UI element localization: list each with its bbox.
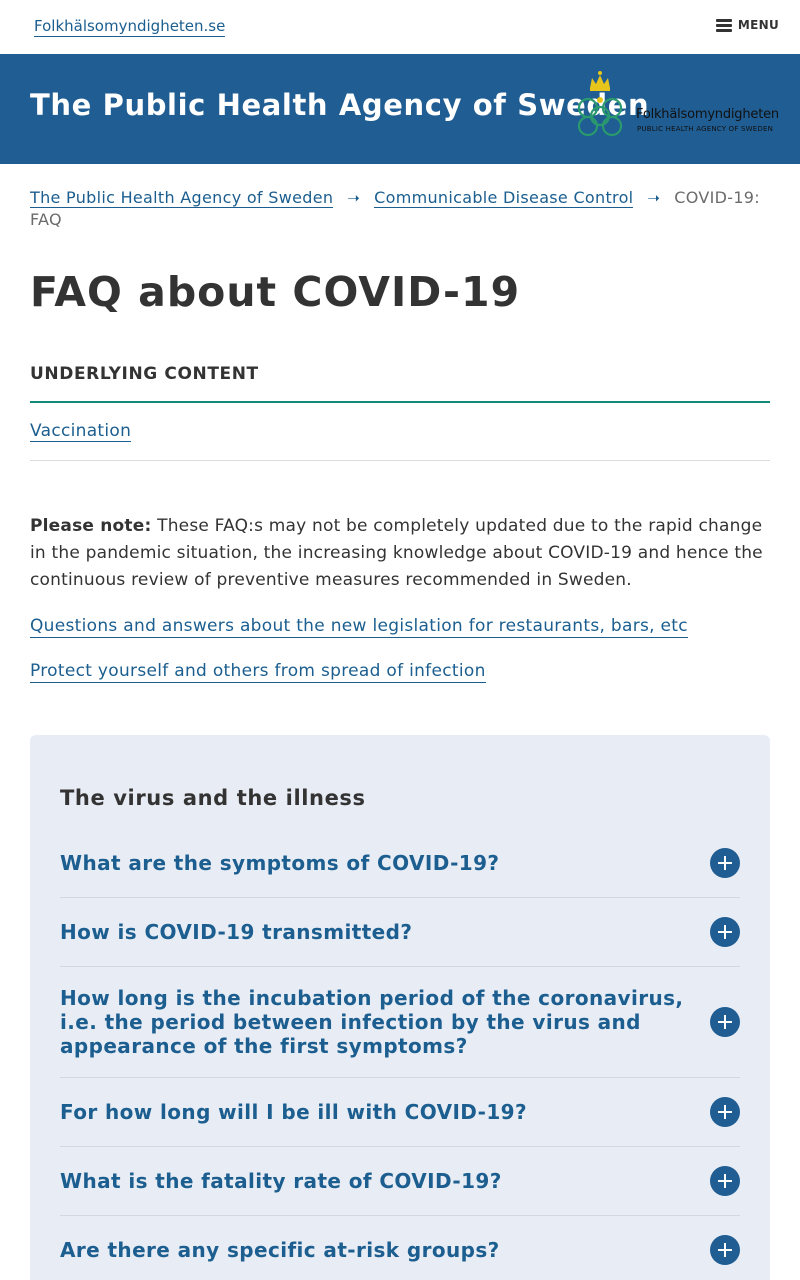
faq-question: What is the fatality rate of COVID-19? (60, 1169, 502, 1193)
please-note-paragraph: Please note: These FAQ:s may not be comp… (30, 513, 775, 594)
breadcrumb-link-home[interactable]: The Public Health Agency of Sweden (30, 188, 334, 208)
agency-logo[interactable]: Folkhälsomyndigheten PUBLIC HEALTH AGENC… (566, 70, 779, 140)
expand-plus-icon[interactable] (710, 917, 740, 947)
faq-item[interactable]: How is COVID-19 transmitted? (60, 898, 740, 967)
faq-section-title: The virus and the illness (60, 786, 366, 810)
faq-question: Are there any specific at-risk groups? (60, 1238, 500, 1262)
faq-question: For how long will I be ill with COVID-19… (60, 1100, 527, 1124)
faq-item[interactable]: What is the fatality rate of COVID-19? (60, 1147, 740, 1216)
logo-subtitle: PUBLIC HEALTH AGENCY OF SWEDEN (637, 125, 774, 133)
faq-section: The virus and the illness What are the s… (30, 735, 770, 1280)
vaccination-link[interactable]: Vaccination (30, 421, 132, 442)
site-banner: The Public Health Agency of Sweden Folkh… (0, 54, 800, 164)
site-home-link[interactable]: Folkhälsomyndigheten.se (34, 17, 226, 37)
logo-name: Folkhälsomyndigheten (636, 107, 779, 122)
menu-label: MENU (737, 18, 779, 32)
breadcrumb-link-communicable-disease-control[interactable]: Communicable Disease Control (374, 188, 634, 208)
underlying-content: UNDERLYING CONTENT Vaccination (30, 364, 770, 461)
top-bar: Folkhälsomyndigheten.se MENU (0, 0, 800, 54)
faq-question: How is COVID-19 transmitted? (60, 920, 413, 944)
page-title: FAQ about COVID-19 (30, 268, 521, 316)
protect-yourself-link[interactable]: Protect yourself and others from spread … (30, 660, 486, 683)
menu-button[interactable]: MENU (715, 18, 779, 32)
expand-plus-icon[interactable] (710, 1235, 740, 1265)
underlying-content-item: Vaccination (30, 403, 770, 461)
crown-rings-icon (577, 71, 623, 137)
expand-plus-icon[interactable] (710, 1166, 740, 1196)
site-title: The Public Health Agency of Sweden (30, 88, 650, 122)
legislation-faq-link[interactable]: Questions and answers about the new legi… (30, 615, 688, 638)
hamburger-icon (715, 18, 732, 32)
underlying-content-heading: UNDERLYING CONTENT (30, 364, 770, 403)
faq-item[interactable]: What are the symptoms of COVID-19? (60, 828, 740, 898)
breadcrumb: The Public Health Agency of Sweden ➝ Commu… (30, 187, 775, 230)
expand-plus-icon[interactable] (710, 1097, 740, 1127)
faq-question: How long is the incubation period of the… (60, 986, 684, 1058)
arrow-right-icon: ➝ (347, 189, 361, 207)
faq-item[interactable]: Are there any specific at-risk groups? (60, 1216, 740, 1280)
faq-item[interactable]: For how long will I be ill with COVID-19… (60, 1078, 740, 1147)
faq-question: What are the symptoms of COVID-19? (60, 850, 500, 875)
faq-list: What are the symptoms of COVID-19? How i… (60, 828, 740, 1280)
expand-plus-icon[interactable] (710, 1007, 740, 1037)
faq-item[interactable]: How long is the incubation period of the… (60, 967, 740, 1078)
arrow-right-icon: ➝ (647, 189, 661, 207)
note-label: Please note: (30, 516, 152, 536)
expand-plus-icon[interactable] (710, 847, 740, 878)
